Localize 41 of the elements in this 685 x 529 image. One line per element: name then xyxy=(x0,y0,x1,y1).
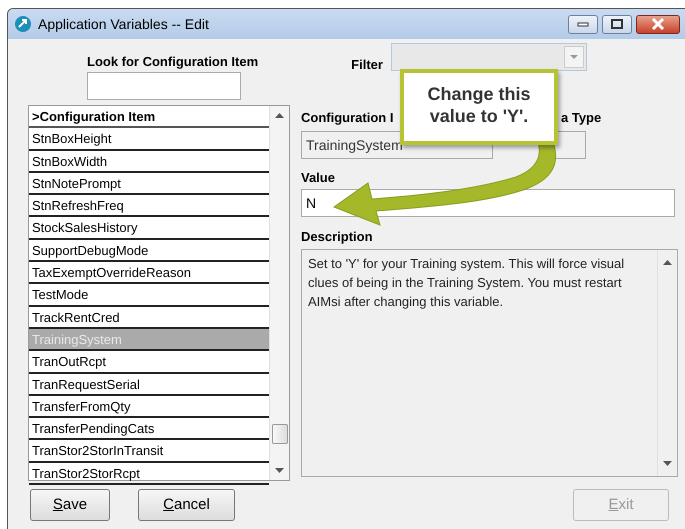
cancel-button[interactable]: Cancel xyxy=(138,489,235,521)
close-button[interactable] xyxy=(636,14,680,34)
minimize-icon xyxy=(577,21,589,27)
list-item[interactable]: StnBoxWidth xyxy=(29,150,269,173)
scroll-up-icon[interactable] xyxy=(663,260,672,264)
minimize-button[interactable] xyxy=(568,14,598,34)
list-item[interactable]: TaxExemptOverrideReason xyxy=(29,262,269,284)
description-label: Description xyxy=(301,228,374,246)
scrollbar[interactable] xyxy=(269,106,289,480)
search-field[interactable] xyxy=(87,72,241,100)
list-item[interactable]: StockSalesHistory xyxy=(29,217,269,240)
value-label: Value xyxy=(301,168,336,186)
list-item[interactable]: StnBoxHeight xyxy=(29,128,269,151)
app-icon xyxy=(14,15,32,33)
filter-label: Filter xyxy=(351,56,383,74)
list-item[interactable]: SupportDebugMode xyxy=(29,240,269,262)
callout-tooltip: Change this value to 'Y'. xyxy=(400,69,558,145)
column-header[interactable]: >Configuration Item xyxy=(29,106,269,128)
maximize-button[interactable] xyxy=(602,14,632,34)
description-text: Set to 'Y' for your Training system. This will force visual clues of being in the Training System. You must restart AIMsi after changing this variable. xyxy=(307,254,626,311)
list-item[interactable]: StnRefreshFreq xyxy=(29,195,269,218)
field-label: Configuration I xyxy=(301,109,394,127)
scrollbar-thumb[interactable] xyxy=(272,424,288,444)
scroll-up-icon[interactable] xyxy=(275,113,284,118)
search-label: Look for Configuration Item xyxy=(87,53,258,71)
save-button[interactable]: Save xyxy=(30,489,110,521)
list-item[interactable]: TranStor2StorInTransit xyxy=(29,440,269,463)
window-title: Application Variables -- Edit xyxy=(38,14,209,34)
list-item[interactable]: StnNotePrompt xyxy=(29,172,269,196)
list-item[interactable]: TestMode xyxy=(29,284,269,307)
scroll-down-icon[interactable] xyxy=(275,468,284,473)
list-item[interactable]: TransferFromQty xyxy=(29,396,269,418)
close-icon xyxy=(651,18,665,30)
list-item[interactable]: TransferPendingCats xyxy=(29,418,269,440)
scroll-down-icon[interactable] xyxy=(663,460,672,466)
maximize-icon xyxy=(611,19,623,29)
list-item[interactable]: TranOutRcpt xyxy=(29,351,269,374)
field-label: a Type xyxy=(561,109,602,127)
description-box[interactable]: Set to 'Y' for your Training system. This will force visual clues of being in the Training System. You must restart AIMsi after changing this variable. xyxy=(301,248,678,476)
list-item[interactable]: TranStor2StorRcpt xyxy=(29,462,269,486)
list-item[interactable]: TranRequestSerial xyxy=(29,374,269,396)
